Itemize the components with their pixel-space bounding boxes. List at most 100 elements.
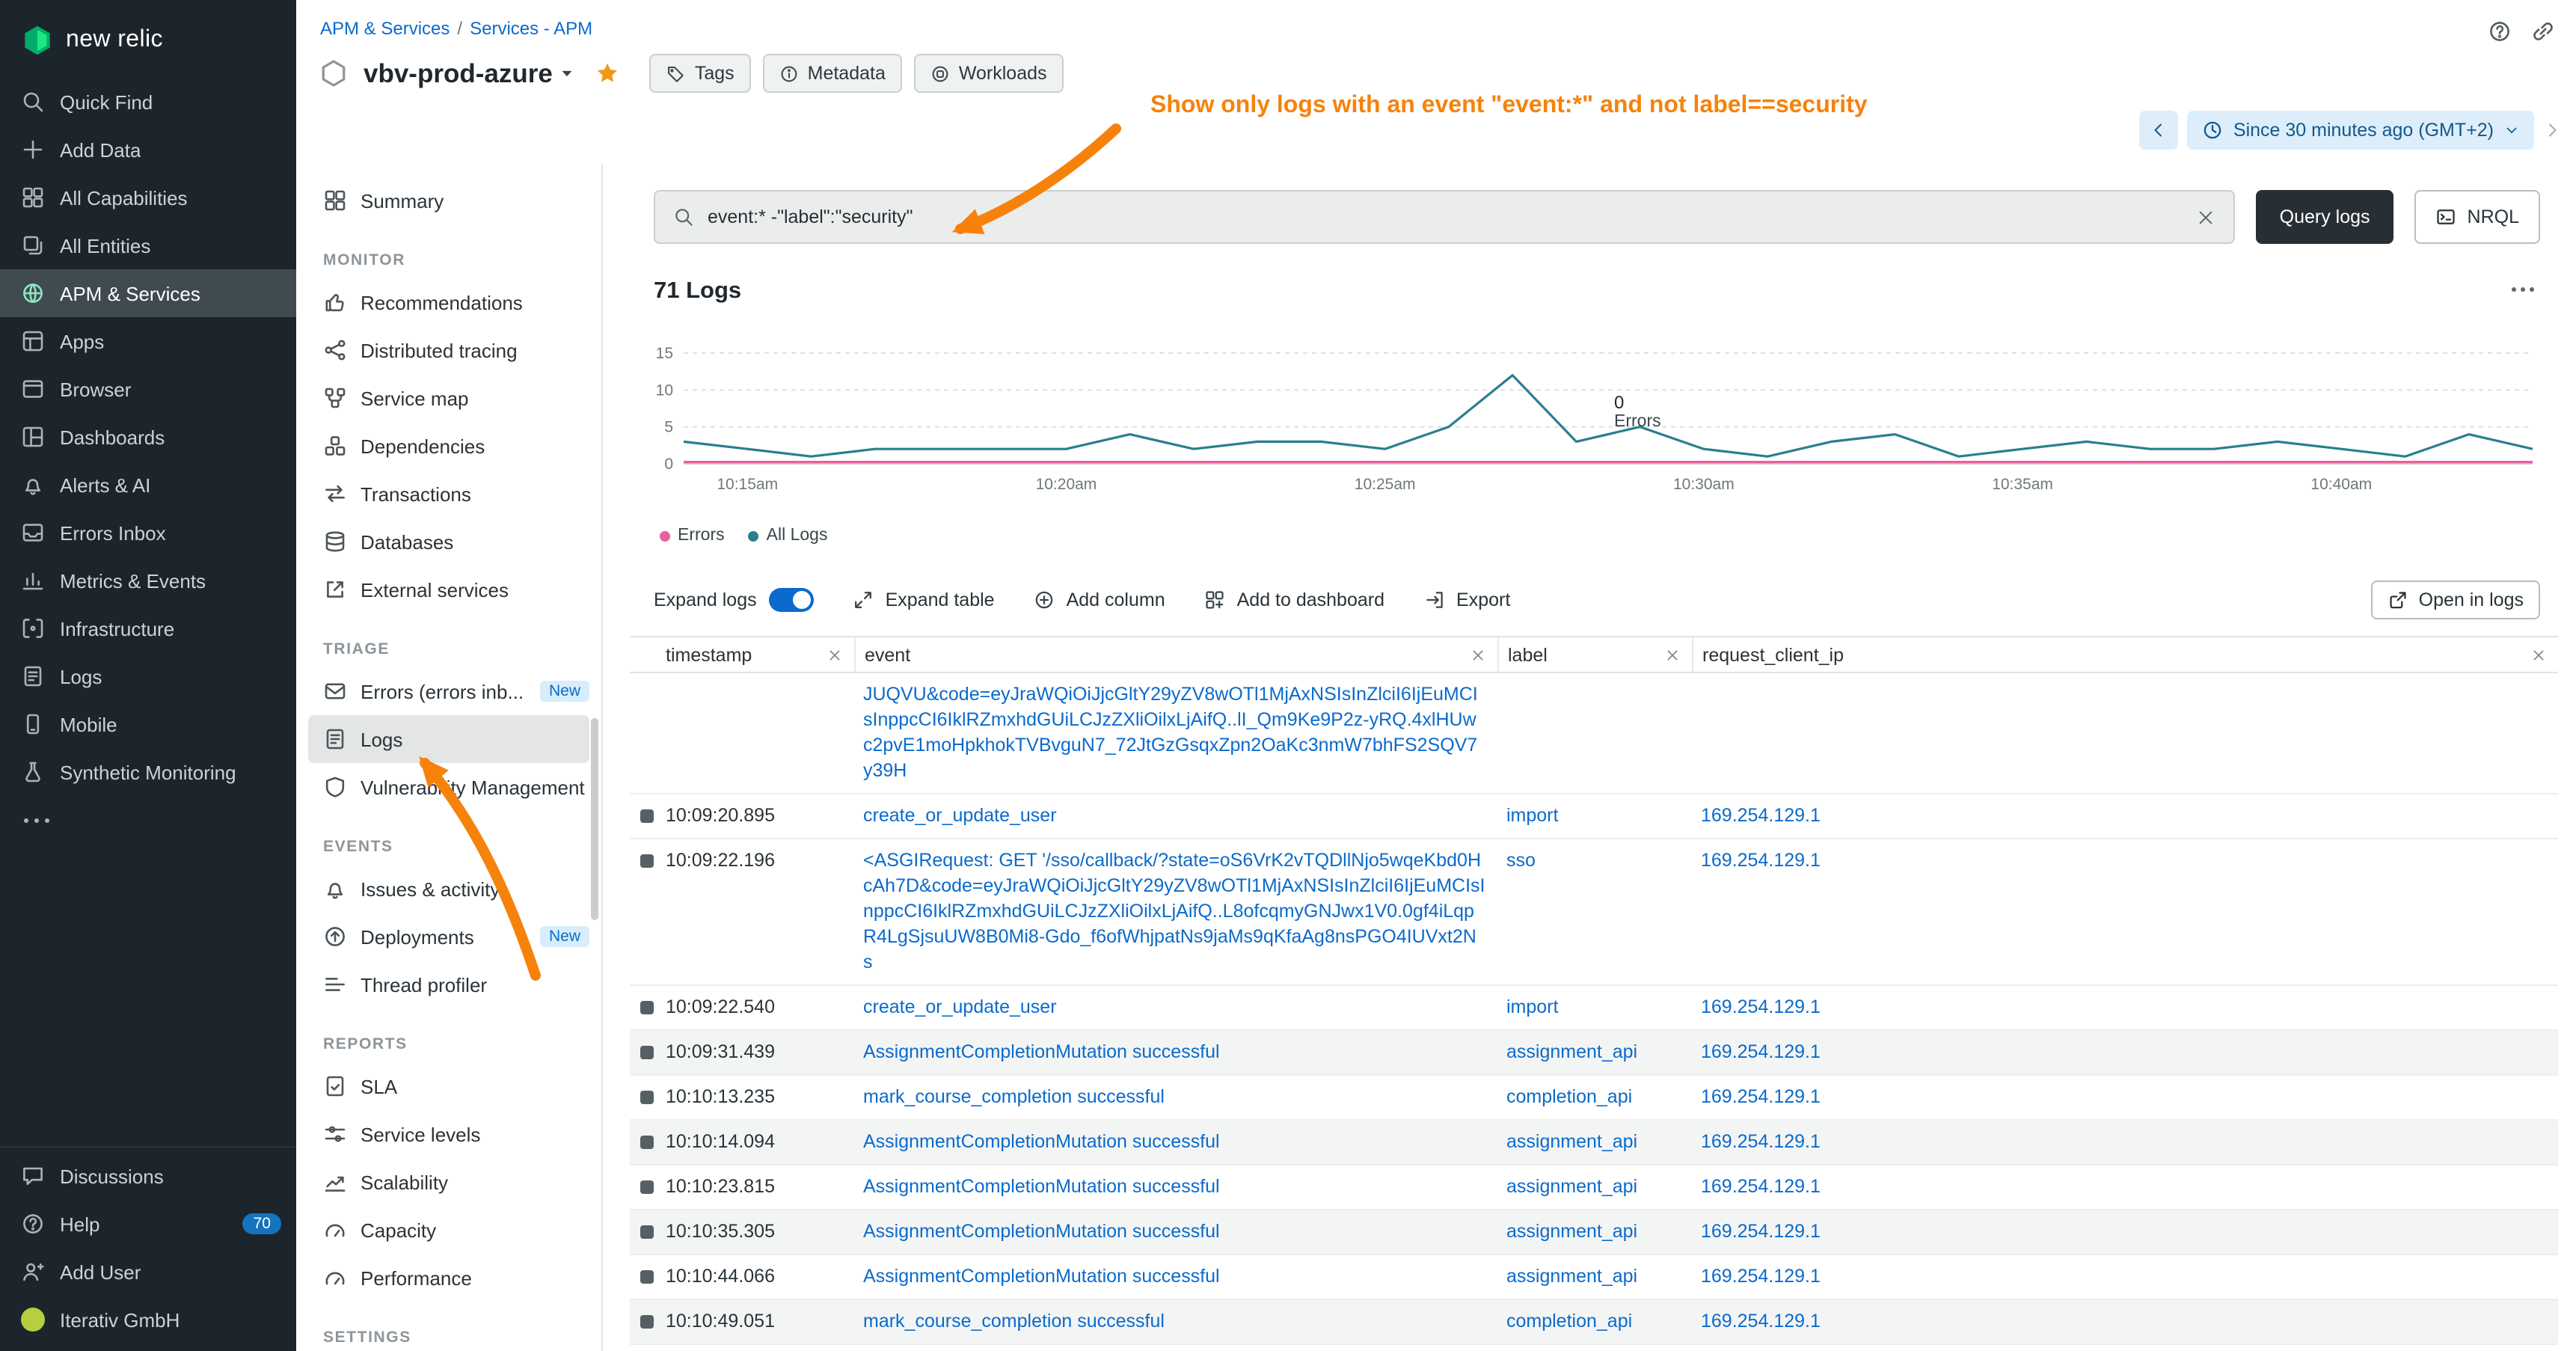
subnav-item-recommendations[interactable]: Recommendations [296, 278, 601, 326]
expand-logs-toggle[interactable] [769, 588, 814, 612]
table-row[interactable]: 10:11:00.311 AssignmentCompletionMutatio… [630, 1345, 2558, 1351]
label-link[interactable]: completion_api [1506, 1311, 1632, 1332]
nav-item-add-data[interactable]: Add Data [0, 126, 296, 174]
permalink-icon[interactable] [2531, 19, 2555, 43]
subnav-item-service-levels[interactable]: Service levels [296, 1110, 601, 1158]
open-in-logs-button[interactable]: Open in logs [2371, 580, 2540, 619]
subnav-scrollbar[interactable] [591, 718, 598, 920]
label-link[interactable]: assignment_api [1506, 1131, 1637, 1152]
row-select-checkbox[interactable] [640, 1046, 654, 1059]
ip-link[interactable]: 169.254.129.1 [1701, 1266, 1821, 1287]
nav-item-apm-services[interactable]: APM & Services [0, 269, 296, 317]
subnav-item-external-services[interactable]: External services [296, 566, 601, 613]
tags-button[interactable]: Tags [650, 54, 751, 93]
nav-item-all-capabilities[interactable]: All Capabilities [0, 174, 296, 221]
new-relic-logo[interactable]: new relic [0, 0, 296, 78]
table-row[interactable]: JUQVU&code=eyJraWQiOiJjcGltY29yZV8wOTl1M… [630, 673, 2558, 794]
export-button[interactable]: Export [1423, 589, 1510, 610]
remove-column-icon[interactable] [1471, 647, 1485, 662]
event-link[interactable]: AssignmentCompletionMutation successful [863, 1176, 1220, 1197]
nav-item-account[interactable]: Iterativ GmbH [0, 1296, 296, 1344]
workloads-button[interactable]: Workloads [914, 54, 1064, 93]
ip-link[interactable]: 169.254.129.1 [1701, 805, 1821, 826]
event-link[interactable]: mark_course_completion successful [863, 1311, 1165, 1332]
subnav-item-issues-activity[interactable]: Issues & activity [296, 865, 601, 913]
label-link[interactable]: assignment_api [1506, 1041, 1637, 1062]
nav-item-infrastructure[interactable]: Infrastructure [0, 604, 296, 652]
event-link[interactable]: JUQVU&code=eyJraWQiOiJjcGltY29yZV8wOTl1M… [863, 684, 1478, 781]
event-link[interactable]: <ASGIRequest: GET '/sso/callback/?state=… [863, 850, 1485, 972]
subnav-item-databases[interactable]: Databases [296, 518, 601, 566]
nav-item-more[interactable] [0, 796, 296, 844]
row-select-checkbox[interactable] [640, 1225, 654, 1239]
table-row[interactable]: 10:10:44.066 AssignmentCompletionMutatio… [630, 1255, 2558, 1300]
time-picker[interactable]: Since 30 minutes ago (GMT+2) [2187, 111, 2534, 150]
table-row[interactable]: 10:09:31.439 AssignmentCompletionMutatio… [630, 1031, 2558, 1076]
breadcrumb-apm-services[interactable]: APM & Services [320, 18, 450, 39]
subnav-item-dependencies[interactable]: Dependencies [296, 422, 601, 470]
row-select-checkbox[interactable] [640, 1180, 654, 1194]
table-row[interactable]: 10:10:35.305 AssignmentCompletionMutatio… [630, 1210, 2558, 1255]
event-link[interactable]: AssignmentCompletionMutation successful [863, 1041, 1220, 1062]
help-circle-icon[interactable] [2488, 19, 2512, 43]
remove-column-icon[interactable] [827, 647, 842, 662]
expand-table-button[interactable]: Expand table [853, 589, 995, 610]
subnav-item-transactions[interactable]: Transactions [296, 470, 601, 518]
query-logs-button[interactable]: Query logs [2256, 190, 2394, 244]
log-query-input[interactable] [708, 206, 2183, 227]
event-link[interactable]: create_or_update_user [863, 996, 1057, 1017]
label-link[interactable]: sso [1506, 850, 1536, 871]
ip-link[interactable]: 169.254.129.1 [1701, 1176, 1821, 1197]
entity-dropdown-caret-icon[interactable] [557, 63, 578, 84]
nav-item-all-entities[interactable]: All Entities [0, 221, 296, 269]
subnav-item-distributed-tracing[interactable]: Distributed tracing [296, 326, 601, 374]
nav-item-quick-find[interactable]: Quick Find [0, 78, 296, 126]
row-select-checkbox[interactable] [640, 1270, 654, 1284]
subnav-item-sla[interactable]: SLA [296, 1062, 601, 1110]
time-back-button[interactable] [2139, 111, 2178, 150]
label-link[interactable]: import [1506, 805, 1558, 826]
nav-item-apps[interactable]: Apps [0, 317, 296, 365]
row-select-checkbox[interactable] [640, 1136, 654, 1149]
ip-link[interactable]: 169.254.129.1 [1701, 1131, 1821, 1152]
subnav-item-summary[interactable]: Summary [296, 177, 601, 224]
row-select-checkbox[interactable] [640, 1091, 654, 1104]
ip-link[interactable]: 169.254.129.1 [1701, 1041, 1821, 1062]
subnav-item-logs[interactable]: Logs [308, 715, 589, 763]
nav-item-add-user[interactable]: Add User [0, 1248, 296, 1296]
remove-column-icon[interactable] [2531, 647, 2546, 662]
nav-item-metrics-events[interactable]: Metrics & Events [0, 557, 296, 604]
nav-item-browser[interactable]: Browser [0, 365, 296, 413]
nav-item-synthetic-monitoring[interactable]: Synthetic Monitoring [0, 748, 296, 796]
subnav-item-capacity[interactable]: Capacity [296, 1206, 601, 1254]
nav-item-dashboards[interactable]: Dashboards [0, 413, 296, 461]
label-link[interactable]: assignment_api [1506, 1266, 1637, 1287]
nrql-button[interactable]: NRQL [2415, 190, 2540, 244]
clear-query-icon[interactable] [2196, 207, 2215, 227]
add-to-dashboard-button[interactable]: Add to dashboard [1204, 589, 1384, 610]
table-row[interactable]: 10:10:14.094 AssignmentCompletionMutatio… [630, 1121, 2558, 1165]
nav-item-mobile[interactable]: Mobile [0, 700, 296, 748]
subnav-item-deployments[interactable]: DeploymentsNew [296, 913, 601, 961]
table-row[interactable]: 10:10:13.235 mark_course_completion succ… [630, 1076, 2558, 1121]
table-row[interactable]: 10:09:22.196 <ASGIRequest: GET '/sso/cal… [630, 839, 2558, 986]
metadata-button[interactable]: Metadata [763, 54, 902, 93]
breadcrumb-services-apm[interactable]: Services - APM [470, 18, 592, 39]
row-select-checkbox[interactable] [640, 1315, 654, 1329]
ip-link[interactable]: 169.254.129.1 [1701, 1221, 1821, 1242]
nav-item-alerts-ai[interactable]: Alerts & AI [0, 461, 296, 509]
subnav-item-service-map[interactable]: Service map [296, 374, 601, 422]
subnav-item-errors-inbox[interactable]: Errors (errors inb...New [296, 667, 601, 715]
event-link[interactable]: AssignmentCompletionMutation successful [863, 1131, 1220, 1152]
event-link[interactable]: mark_course_completion successful [863, 1086, 1165, 1107]
ip-link[interactable]: 169.254.129.1 [1701, 996, 1821, 1017]
table-row[interactable]: 10:09:22.540 create_or_update_user impor… [630, 986, 2558, 1031]
favorite-star-icon[interactable] [596, 61, 620, 85]
row-select-checkbox[interactable] [640, 1001, 654, 1014]
time-forward-button[interactable] [2543, 121, 2561, 139]
table-row[interactable]: 10:10:49.051 mark_course_completion succ… [630, 1300, 2558, 1345]
label-link[interactable]: import [1506, 996, 1558, 1017]
row-select-checkbox[interactable] [640, 809, 654, 823]
remove-column-icon[interactable] [1665, 647, 1680, 662]
table-row[interactable]: 10:10:23.815 AssignmentCompletionMutatio… [630, 1165, 2558, 1210]
